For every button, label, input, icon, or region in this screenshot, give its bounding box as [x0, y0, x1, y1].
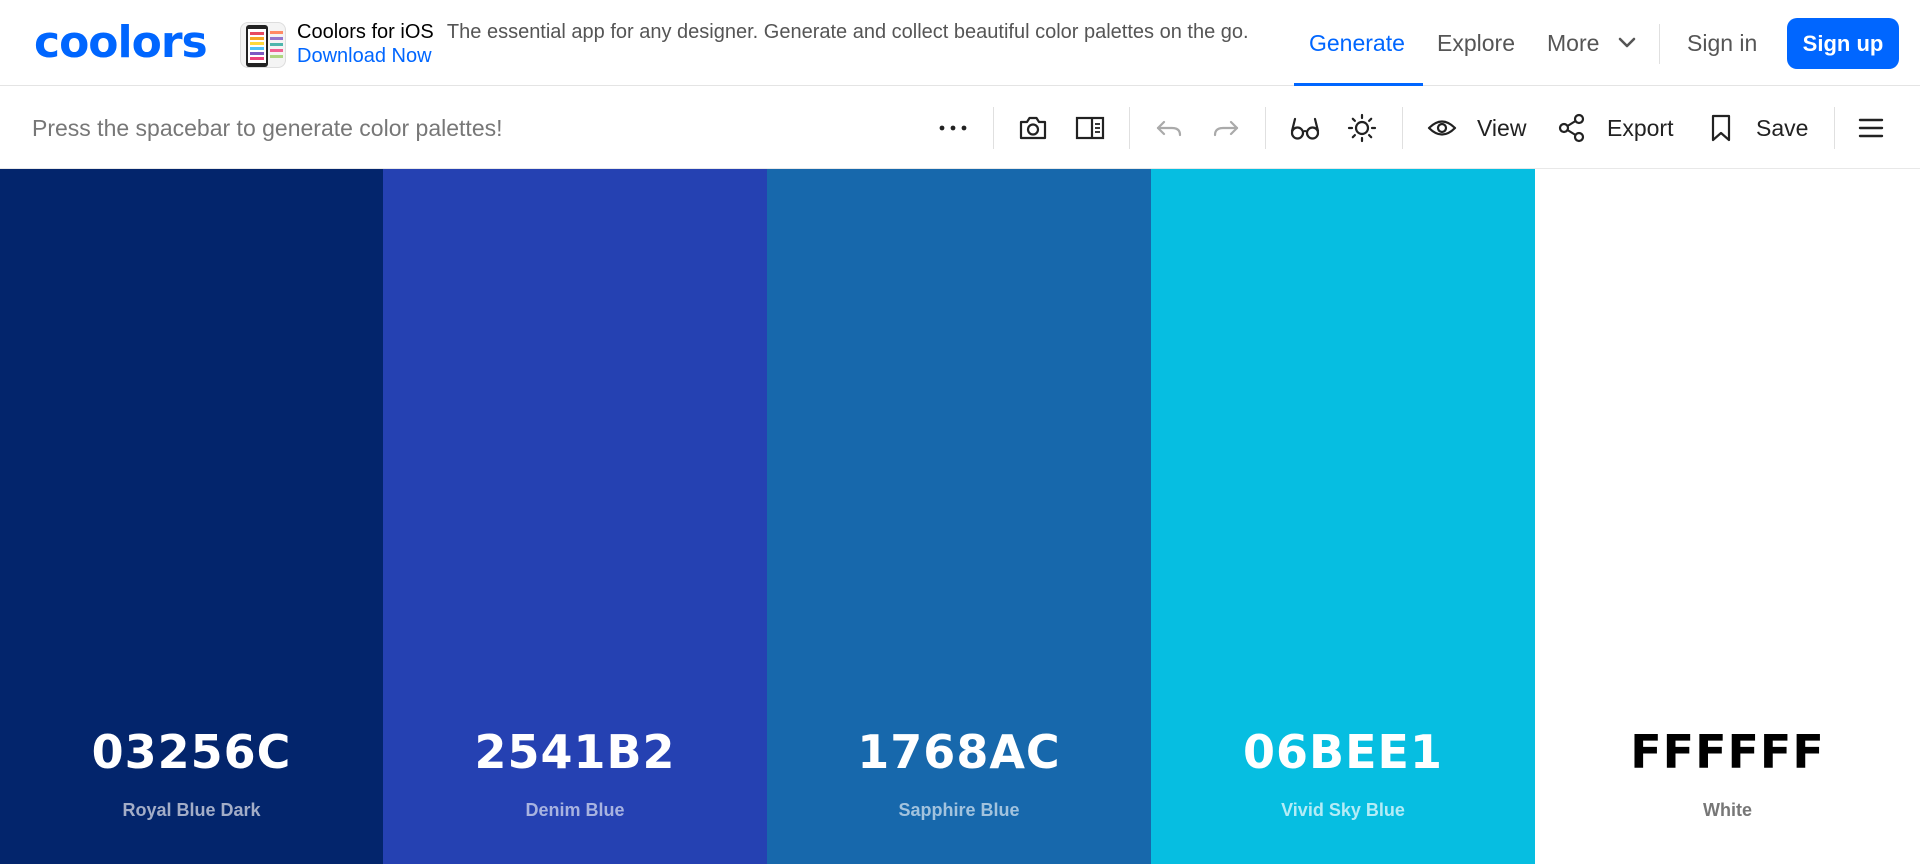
glasses-icon[interactable] — [1287, 110, 1323, 146]
nav-more-label: More — [1547, 30, 1600, 56]
view-button[interactable]: View — [1477, 87, 1526, 169]
nav-divider — [1659, 24, 1660, 64]
color-name: Sapphire Blue — [898, 800, 1020, 820]
chevron-down-icon — [1618, 37, 1636, 48]
toolbar: Press the spacebar to generate color pal… — [0, 87, 1920, 169]
sign-up-button[interactable]: Sign up — [1787, 18, 1899, 69]
toolbar-divider — [1265, 107, 1266, 149]
undo-icon[interactable] — [1151, 110, 1187, 146]
color-palette: 03256C Royal Blue Dark 2541B2 Denim Blue… — [0, 169, 1920, 864]
spacebar-hint: Press the spacebar to generate color pal… — [32, 115, 503, 141]
color-swatch[interactable]: 2541B2 Denim Blue — [383, 169, 767, 864]
nav-explore[interactable]: Explore — [1437, 0, 1515, 86]
split-panel-icon[interactable] — [1072, 110, 1108, 146]
export-button[interactable]: Export — [1607, 87, 1673, 169]
hex-code[interactable]: FFFFFF — [1535, 725, 1920, 779]
active-tab-indicator — [1294, 83, 1423, 86]
share-icon[interactable] — [1554, 110, 1590, 146]
color-name: Denim Blue — [525, 800, 625, 820]
color-swatch[interactable]: 03256C Royal Blue Dark — [0, 169, 383, 864]
sign-in-link[interactable]: Sign in — [1687, 0, 1757, 86]
more-options-icon[interactable] — [935, 110, 971, 146]
color-swatch[interactable]: 06BEE1 Vivid Sky Blue — [1151, 169, 1535, 864]
hex-code[interactable]: 1768AC — [767, 725, 1151, 779]
nav-more-dropdown[interactable]: More — [1547, 0, 1636, 86]
hex-code[interactable]: 03256C — [0, 725, 383, 779]
toolbar-divider — [1834, 107, 1835, 149]
coolors-logo[interactable]: coolors — [34, 18, 208, 68]
menu-icon[interactable] — [1853, 110, 1889, 146]
redo-icon[interactable] — [1208, 110, 1244, 146]
color-name: Vivid Sky Blue — [1281, 800, 1405, 820]
hex-code[interactable]: 2541B2 — [383, 725, 767, 779]
promo-text: Coolors for iOS The essential app for an… — [297, 20, 1257, 68]
promo-description: The essential app for any designer. Gene… — [446, 21, 1249, 43]
color-swatch[interactable]: 1768AC Sapphire Blue — [767, 169, 1151, 864]
eye-icon[interactable] — [1424, 110, 1460, 146]
save-button[interactable]: Save — [1756, 87, 1808, 169]
sun-icon[interactable] — [1344, 110, 1380, 146]
toolbar-divider — [993, 107, 994, 149]
bookmark-icon[interactable] — [1703, 110, 1739, 146]
top-navigation: coolors Coolors for iOS The essential ap… — [0, 0, 1920, 86]
ios-app-promo: Coolors for iOS The essential app for an… — [240, 20, 1260, 68]
ios-app-icon — [240, 22, 286, 68]
toolbar-divider — [1129, 107, 1130, 149]
toolbar-divider — [1402, 107, 1403, 149]
hex-code[interactable]: 06BEE1 — [1151, 725, 1535, 779]
promo-title: Coolors for iOS — [297, 21, 434, 43]
camera-icon[interactable] — [1015, 110, 1051, 146]
download-now-link[interactable]: Download Now — [297, 45, 432, 67]
color-name: Royal Blue Dark — [122, 800, 261, 820]
color-name: White — [1703, 800, 1752, 820]
color-swatch[interactable]: FFFFFF White — [1535, 169, 1920, 864]
nav-generate[interactable]: Generate — [1309, 0, 1405, 86]
